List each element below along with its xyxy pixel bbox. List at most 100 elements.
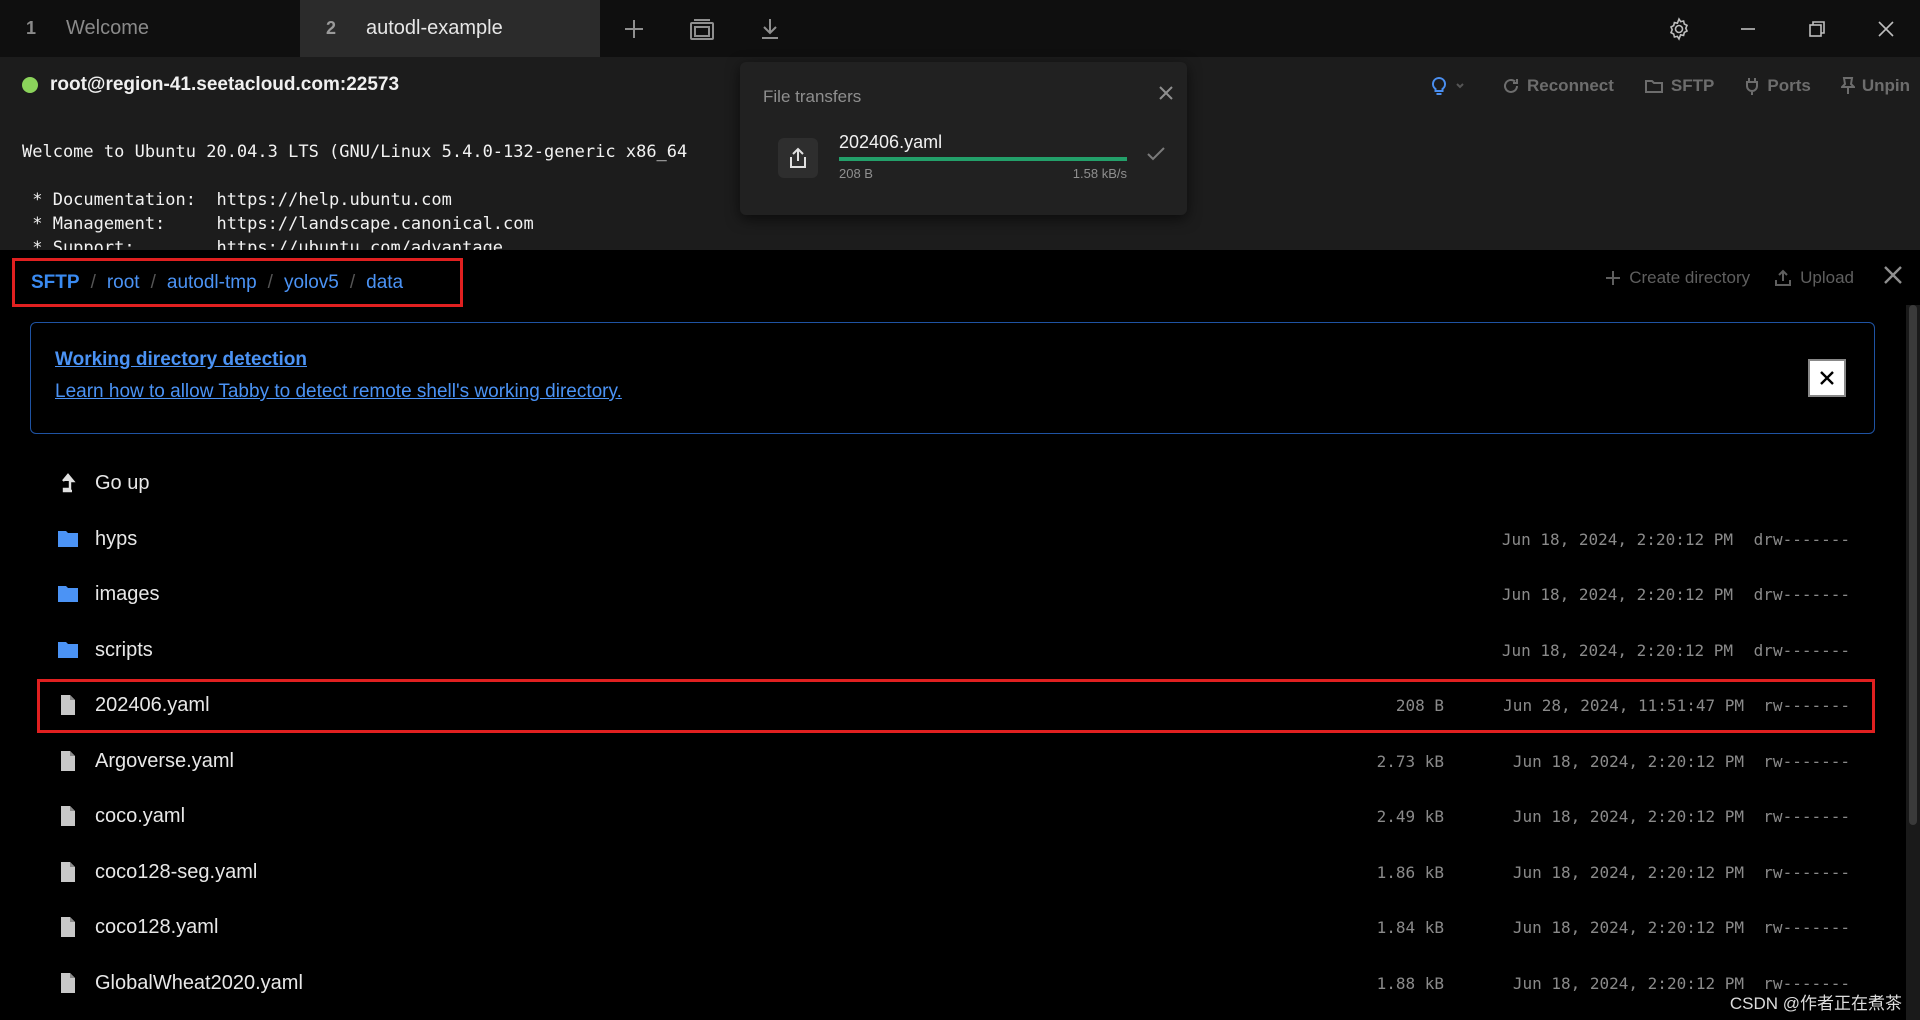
item-name: Argoverse.yaml	[95, 749, 234, 772]
item-modified-date: Jun 18, 2024, 2:20:12 PM	[1512, 751, 1744, 771]
item-name: scripts	[95, 638, 153, 661]
directory-row[interactable]: scripts Jun 18, 2024, 2:20:12 PM drw------…	[36, 623, 1876, 679]
plus-icon	[625, 19, 643, 38]
directory-row[interactable]: hyps Jun 18, 2024, 2:20:12 PM drw-------	[36, 512, 1876, 568]
tab-autodl-example[interactable]: 2 autodl-example	[300, 0, 600, 57]
profiles-button[interactable]	[668, 0, 736, 57]
reconnect-button[interactable]: Reconnect	[1502, 76, 1614, 96]
file-icon	[61, 917, 75, 937]
download-icon	[762, 18, 778, 39]
reconnect-label: Reconnect	[1527, 76, 1614, 95]
file-list: Go up hyps Jun 18, 2024, 2:20:12 PM drw---…	[36, 456, 1876, 1011]
item-modified-date: Jun 18, 2024, 2:20:12 PM	[1512, 807, 1744, 827]
file-transfers-close-button[interactable]	[1159, 86, 1173, 105]
breadcrumb-root[interactable]: root	[107, 272, 140, 294]
pin-icon	[1840, 77, 1855, 94]
go-up-label: Go up	[95, 472, 150, 495]
item-modified-date: Jun 18, 2024, 2:20:12 PM	[1512, 862, 1744, 882]
breadcrumb-separator: /	[90, 271, 96, 293]
file-row[interactable]: Argoverse.yaml 2.73 kB Jun 18, 2024, 2:20:…	[36, 734, 1876, 790]
gear-icon	[1669, 16, 1688, 41]
item-name: coco128.yaml	[95, 916, 219, 939]
item-name: 202406.yaml	[95, 694, 210, 717]
tab-welcome[interactable]: 1 Welcome	[0, 0, 300, 57]
transfer-speed: 1.58 kB/s	[1072, 166, 1127, 181]
item-permissions: rw-------	[1763, 696, 1850, 716]
transfer-file-name: 202406.yaml	[839, 132, 943, 152]
unpin-label: Unpin	[1861, 76, 1910, 95]
breadcrumb-data[interactable]: data	[366, 272, 403, 294]
file-row[interactable]: GlobalWheat2020.yaml 1.88 kB Jun 18, 2024,…	[36, 956, 1876, 1012]
transfer-item: 202406.yaml 208 B 1.58 kB/s	[778, 132, 1165, 192]
restore-button[interactable]	[1782, 0, 1851, 57]
tab-label: Welcome	[66, 17, 149, 39]
folder-icon	[58, 530, 78, 547]
close-window-button[interactable]	[1851, 0, 1920, 57]
item-permissions: rw-------	[1763, 807, 1850, 827]
unpin-button[interactable]: Unpin	[1840, 76, 1910, 96]
check-icon	[1146, 146, 1166, 167]
file-icon	[61, 806, 75, 826]
scrollbar[interactable]	[1906, 305, 1920, 1020]
item-name: GlobalWheat2020.yaml	[95, 971, 303, 994]
directory-row[interactable]: images Jun 18, 2024, 2:20:12 PM drw-------	[36, 567, 1876, 623]
item-modified-date: Jun 18, 2024, 2:20:12 PM	[1512, 918, 1744, 938]
close-icon	[1877, 20, 1894, 37]
breadcrumb-separator: /	[349, 271, 356, 293]
tab-bar: 1 Welcome 2 autodl-example	[0, 0, 1920, 57]
transfer-size: 208 B	[839, 166, 873, 181]
tips-dropdown[interactable]	[1430, 76, 1472, 96]
connected-status-dot	[22, 77, 38, 93]
item-modified-date: Jun 28, 2024, 11:51:47 PM	[1503, 696, 1744, 716]
item-name: images	[95, 583, 160, 606]
tab-number: 2	[326, 18, 337, 38]
item-name: coco128-seg.yaml	[95, 860, 258, 883]
new-tab-button[interactable]	[600, 0, 668, 57]
refresh-icon	[1504, 78, 1518, 93]
restore-icon	[1808, 20, 1825, 37]
item-permissions: rw-------	[1763, 751, 1850, 771]
alert-help-link[interactable]: Learn how to allow Tabby to detect remot…	[55, 381, 622, 403]
folder-open-icon	[1644, 80, 1663, 93]
item-permissions: drw-------	[1753, 640, 1850, 660]
item-size: 2.49 kB	[1376, 807, 1444, 827]
item-size: 208 B	[1395, 696, 1444, 716]
download-button[interactable]	[736, 0, 804, 57]
transfer-progress-fill	[839, 157, 1127, 161]
chevron-down-icon	[1456, 83, 1464, 89]
terminal-line: Welcome to Ubuntu 20.04.3 LTS (GNU/Linux…	[22, 142, 688, 162]
item-size: 2.73 kB	[1376, 751, 1444, 771]
alert-close-button[interactable]	[1808, 359, 1846, 397]
create-directory-button[interactable]: Create directory	[1605, 268, 1750, 288]
file-row[interactable]: coco.yaml 2.49 kB Jun 18, 2024, 2:20:12 PM…	[36, 789, 1876, 845]
breadcrumb-yolov5[interactable]: yolov5	[284, 272, 339, 294]
item-modified-date: Jun 18, 2024, 2:20:12 PM	[1501, 529, 1733, 549]
upload-button[interactable]: Upload	[1774, 268, 1854, 288]
go-up-row[interactable]: Go up	[36, 456, 1876, 512]
scrollbar-thumb[interactable]	[1909, 305, 1917, 825]
item-name: coco.yaml	[95, 805, 186, 828]
item-permissions: rw-------	[1763, 862, 1850, 882]
sftp-panel: SFTP / root / autodl-tmp / yolov5 / data…	[0, 250, 1920, 1020]
file-row[interactable]: coco128.yaml 1.84 kB Jun 18, 2024, 2:20:12…	[36, 900, 1876, 956]
alert-title-link[interactable]: Working directory detection	[55, 349, 307, 371]
ports-label: Ports	[1767, 76, 1811, 95]
arrow-up-icon	[62, 473, 76, 493]
ports-button[interactable]: Ports	[1744, 76, 1811, 96]
tab-label: autodl-example	[366, 17, 503, 39]
item-size: 1.84 kB	[1376, 918, 1444, 938]
file-row[interactable]: coco128-seg.yaml 1.86 kB Jun 18, 2024, 2:2…	[36, 845, 1876, 901]
upload-icon	[778, 138, 818, 178]
sftp-button[interactable]: SFTP	[1644, 76, 1714, 96]
sftp-close-button[interactable]	[1884, 266, 1902, 289]
watermark: CSDN @作者正在煮茶	[1729, 994, 1902, 1013]
breadcrumb-autodl-tmp[interactable]: autodl-tmp	[167, 272, 257, 294]
breadcrumb: SFTP / root / autodl-tmp / yolov5 / data	[12, 258, 463, 307]
item-modified-date: Jun 18, 2024, 2:20:12 PM	[1501, 585, 1733, 605]
breadcrumb-sftp[interactable]: SFTP	[31, 272, 80, 294]
close-icon	[1820, 371, 1834, 385]
file-row[interactable]: 202406.yaml 208 B Jun 28, 2024, 11:51:47 P…	[36, 678, 1876, 734]
settings-button[interactable]	[1644, 0, 1713, 57]
close-icon	[1884, 266, 1902, 284]
minimize-button[interactable]	[1713, 0, 1782, 57]
